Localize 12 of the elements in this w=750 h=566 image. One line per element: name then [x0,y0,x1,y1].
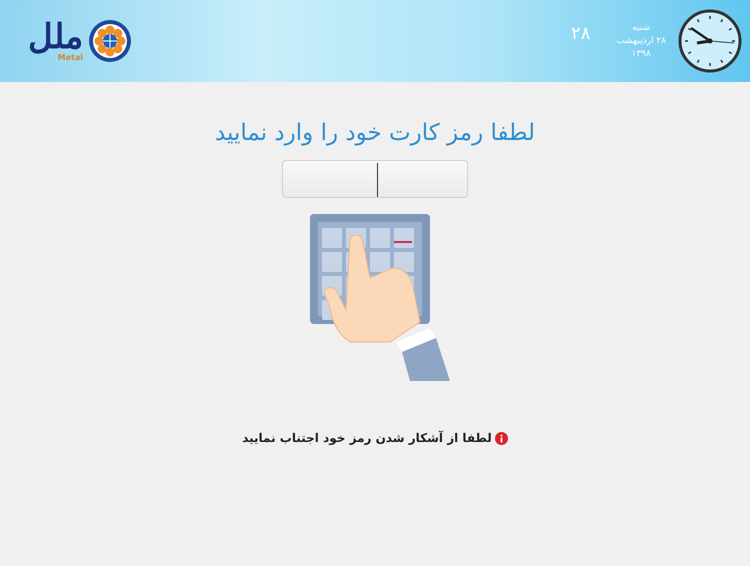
day-number: ۲۸ [571,23,590,44]
year-text: ۱۳۹۸ [632,48,651,60]
logo-wordmark: ملل [28,20,83,54]
date-text: ۲۸ اردیبهشت [616,34,666,48]
logo-emblem-icon [87,18,133,64]
clock-icon [678,9,742,73]
logo-text: Metal [58,54,83,62]
pin-field[interactable] [282,160,468,198]
info-icon [494,432,508,444]
pin-prompt: لطفا رمز کارت خود را وارد نمایید [214,120,536,146]
weekday-text: شنبه [632,22,650,34]
warning-text: لطفا از آشکار شدن رمز خود اجتناب نمایید [242,431,492,445]
